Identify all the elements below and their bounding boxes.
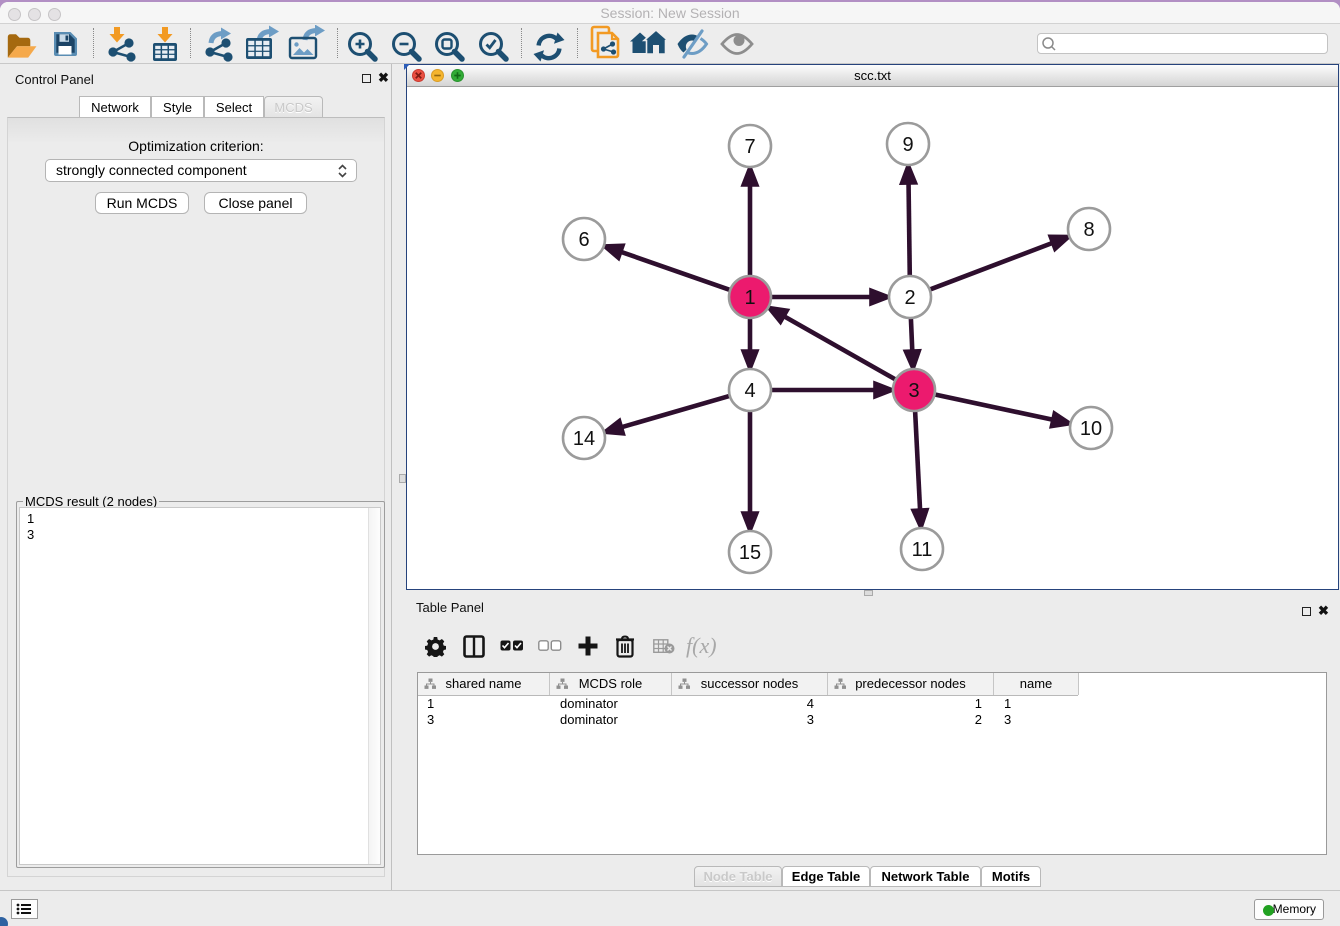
- svg-text:3: 3: [908, 380, 919, 402]
- svg-text:14: 14: [573, 428, 595, 450]
- svg-text:6: 6: [578, 229, 589, 251]
- svg-text:8: 8: [1083, 219, 1094, 241]
- svg-text:2: 2: [904, 287, 915, 309]
- svg-text:4: 4: [744, 380, 755, 402]
- svg-text:7: 7: [744, 136, 755, 158]
- svg-text:1: 1: [744, 287, 755, 309]
- svg-text:11: 11: [912, 539, 933, 561]
- svg-text:15: 15: [739, 542, 761, 564]
- svg-text:9: 9: [902, 134, 913, 156]
- svg-text:10: 10: [1080, 418, 1102, 440]
